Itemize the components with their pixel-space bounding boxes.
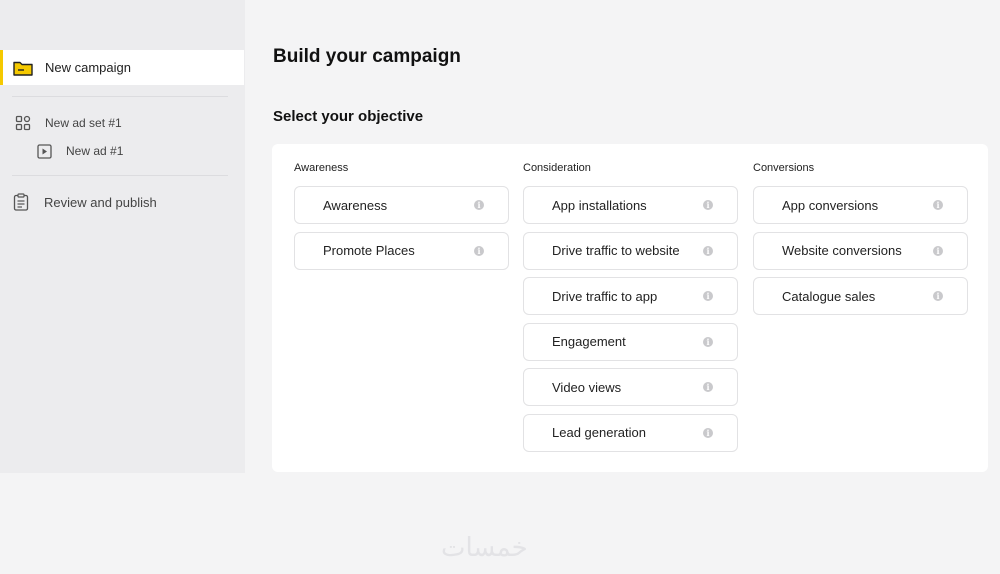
objective-column-awareness: Awareness Awareness i Promote Places i (294, 162, 509, 277)
option-label: Catalogue sales (782, 288, 876, 304)
objective-card: Awareness Awareness i Promote Places i C… (272, 144, 988, 472)
option-label: Engagement (552, 334, 626, 349)
option-label: App conversions (782, 197, 879, 213)
sidebar-item-new-ad-set[interactable]: New ad set #1 (0, 112, 122, 134)
objective-column-consideration: Consideration App installations i Drive … (523, 162, 738, 459)
objective-option-catalogue-sales[interactable]: Catalogue sales i (753, 277, 968, 315)
app-root: New campaign New ad set #1 New ad #1 Rev… (0, 0, 1000, 574)
objective-option-website-conversions[interactable]: Website conversions i (753, 231, 968, 270)
page-title: Build your campaign (273, 46, 461, 67)
info-icon[interactable]: i (703, 382, 713, 392)
sidebar-item-label: New ad #1 (66, 144, 124, 158)
info-icon[interactable]: i (703, 245, 713, 256)
objective-option-lead-generation[interactable]: Lead generation i (523, 413, 738, 452)
info-icon[interactable]: i (703, 200, 713, 210)
sidebar-item-new-campaign[interactable]: New campaign (0, 50, 244, 85)
objective-column-conversions: Conversions App conversions i Website co… (753, 162, 968, 323)
section-title: Select your objective (273, 108, 424, 125)
option-label: Video views (552, 379, 622, 395)
watermark: خمسات (441, 533, 528, 563)
option-label: Awareness (323, 197, 388, 213)
objective-option-app-installations[interactable]: App installations i (523, 186, 738, 224)
objective-option-video-views[interactable]: Video views i (523, 368, 738, 406)
info-icon[interactable]: i (703, 291, 713, 301)
sidebar-item-label: New ad set #1 (45, 116, 122, 130)
objective-option-drive-traffic-app[interactable]: Drive traffic to app i (523, 277, 738, 315)
info-icon[interactable]: i (474, 245, 484, 256)
sidebar-item-new-ad[interactable]: New ad #1 (0, 140, 123, 162)
info-icon[interactable]: i (933, 245, 943, 256)
column-header: Awareness (294, 162, 349, 174)
info-icon[interactable]: i (933, 291, 943, 301)
option-label: App installations (552, 197, 647, 213)
info-icon[interactable]: i (703, 336, 713, 347)
sidebar-item-label: New campaign (45, 60, 131, 75)
objective-option-app-conversions[interactable]: App conversions i (753, 186, 968, 224)
info-icon[interactable]: i (474, 200, 484, 210)
info-icon[interactable]: i (933, 200, 943, 210)
option-label: Lead generation (552, 425, 646, 440)
sidebar-divider (12, 96, 228, 97)
sidebar: New campaign New ad set #1 New ad #1 Rev… (0, 0, 245, 473)
option-label: Website conversions (782, 243, 902, 258)
sidebar-item-label: Review and publish (44, 194, 157, 210)
option-label: Promote Places (323, 243, 415, 258)
grid-icon (15, 115, 31, 131)
info-icon[interactable]: i (703, 427, 713, 438)
sidebar-divider (12, 175, 228, 176)
folder-icon (13, 60, 33, 76)
objective-option-drive-traffic-website[interactable]: Drive traffic to website i (523, 231, 738, 270)
option-label: Drive traffic to website (552, 243, 680, 258)
option-label: Drive traffic to app (552, 288, 658, 304)
objective-option-promote-places[interactable]: Promote Places i (294, 231, 509, 270)
objective-option-engagement[interactable]: Engagement i (523, 322, 738, 361)
objective-option-awareness[interactable]: Awareness i (294, 186, 509, 224)
column-header: Consideration (523, 162, 591, 174)
play-icon (37, 143, 52, 159)
clipboard-icon (13, 193, 29, 211)
sidebar-item-review-publish[interactable]: Review and publish (0, 191, 157, 213)
column-header: Conversions (753, 162, 815, 174)
